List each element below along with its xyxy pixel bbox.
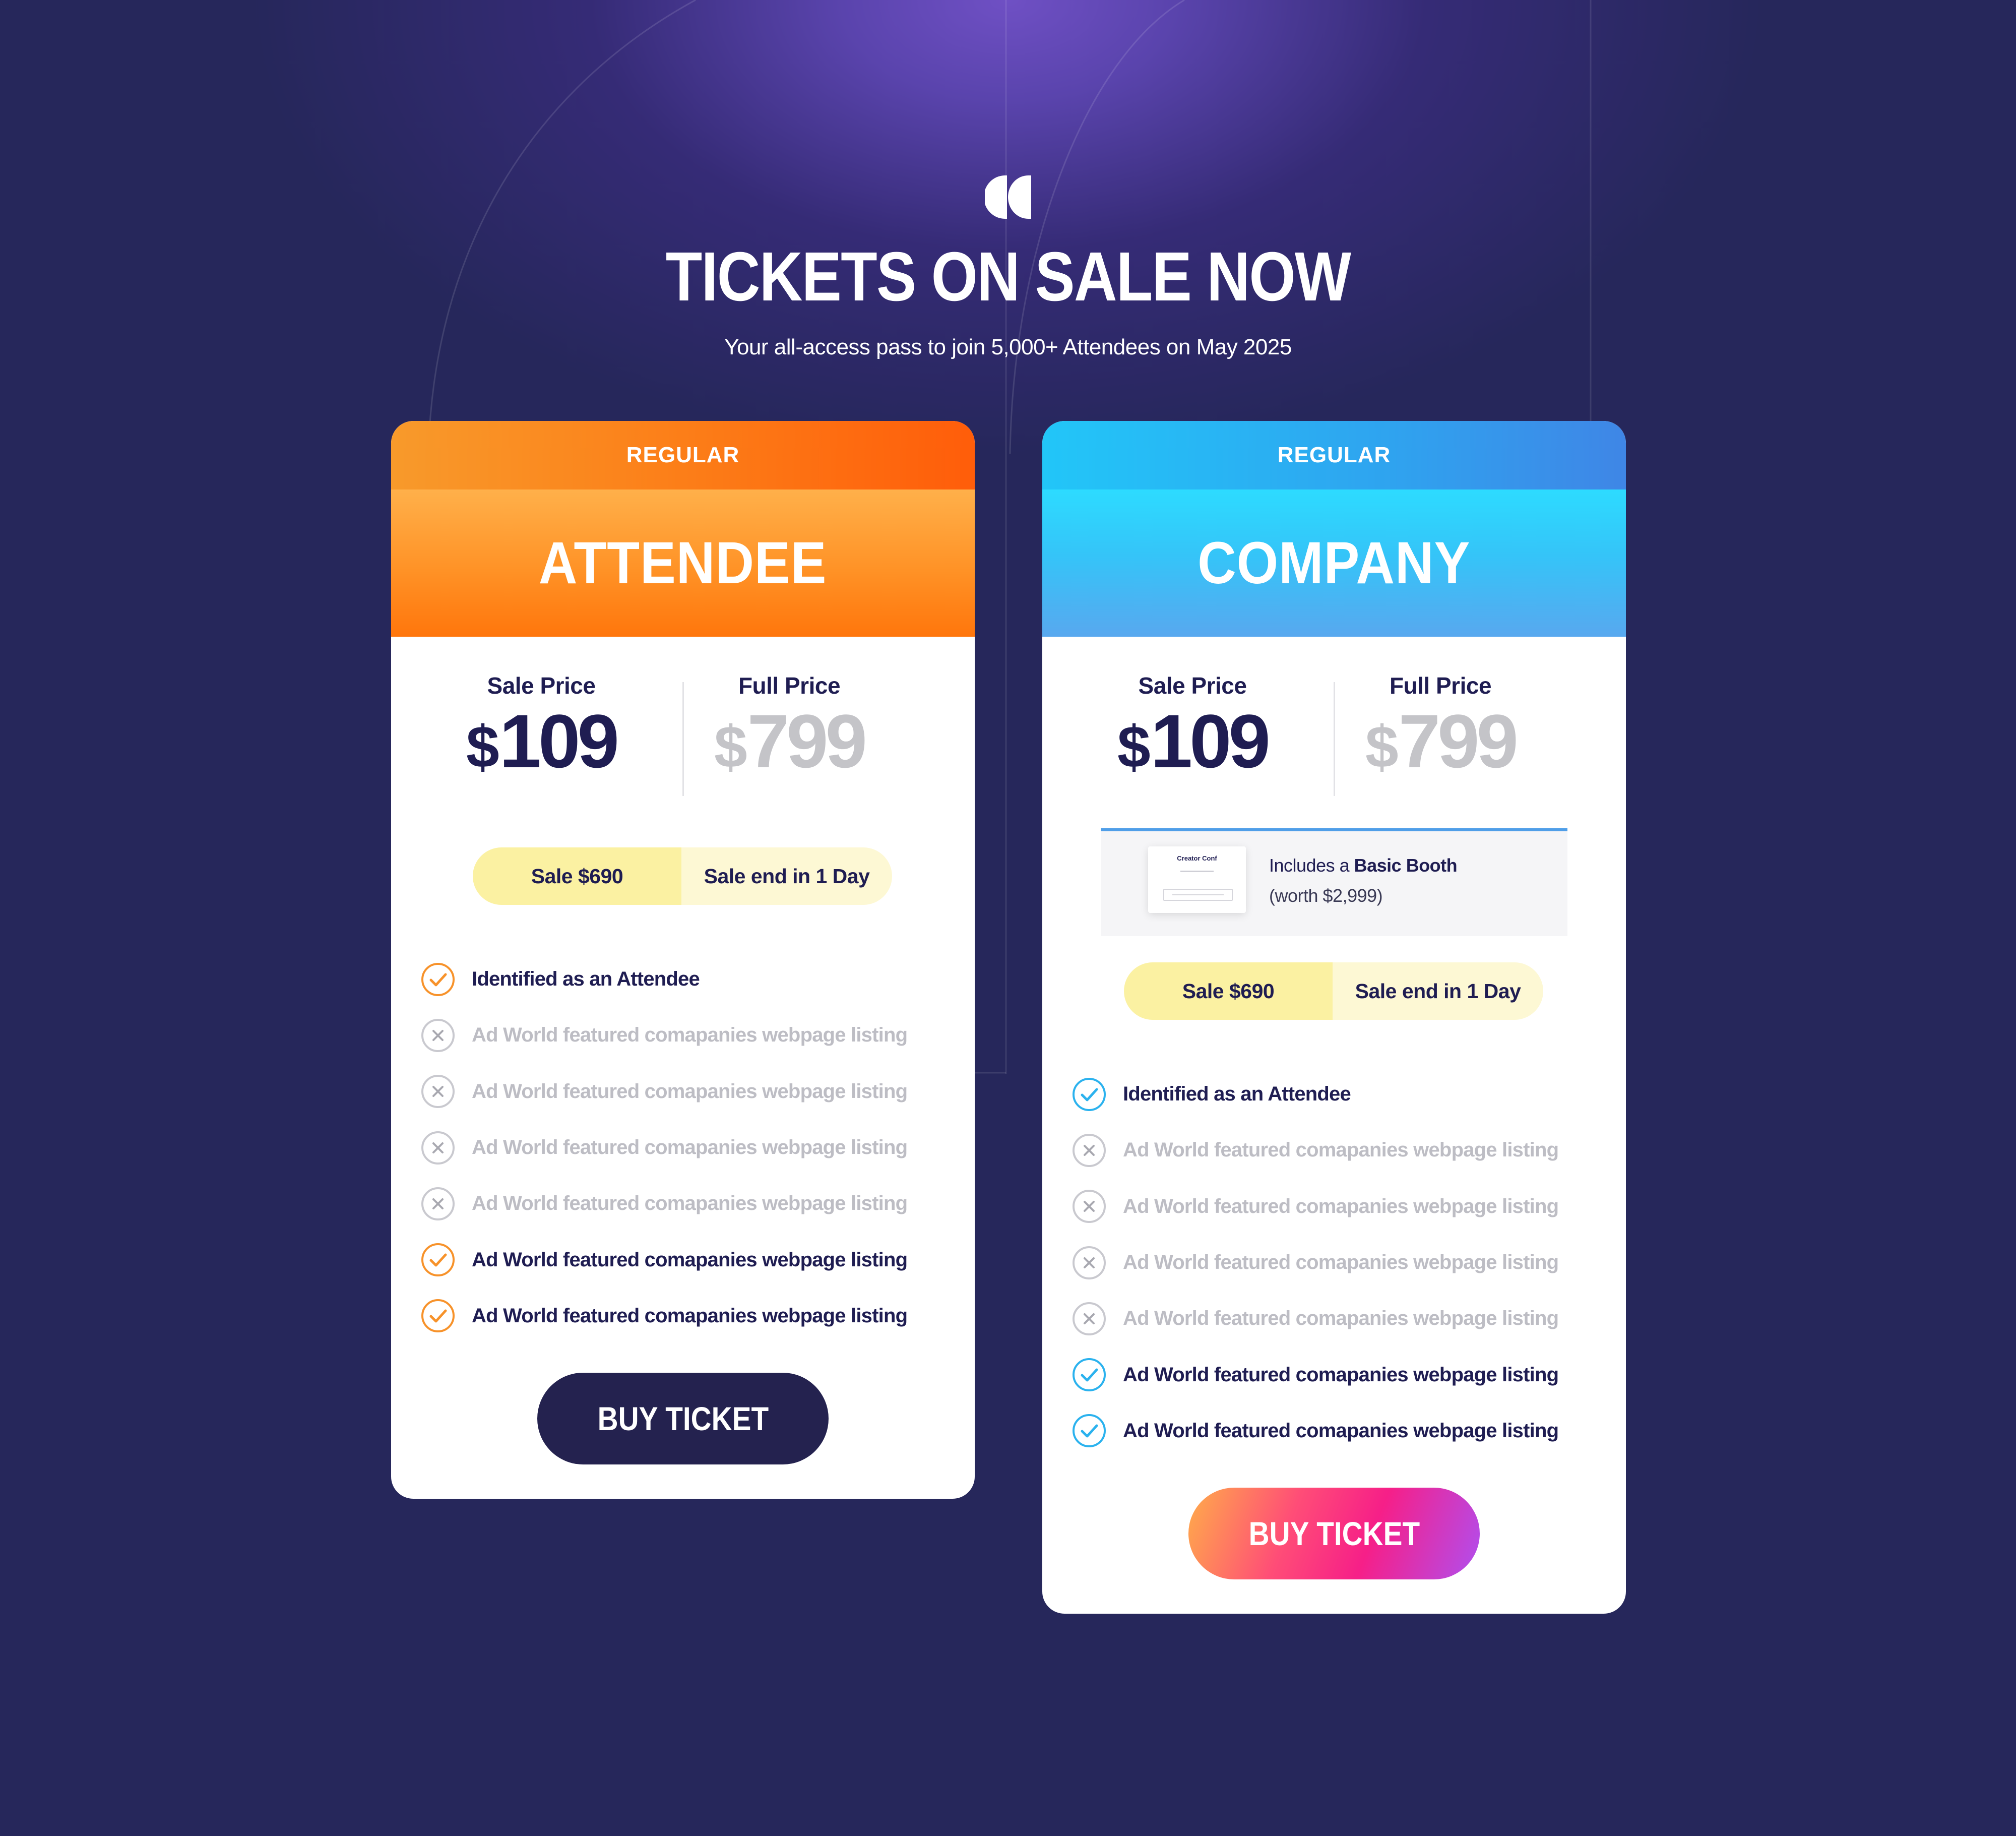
- sale-price-label: Sale Price: [487, 672, 596, 699]
- sale-pill: Sale $690 Sale end in 1 Day: [473, 847, 892, 905]
- feature-item: Ad World featured comapanies webpage lis…: [1072, 1403, 1606, 1459]
- booth-thumbnail: Creator Conf: [1148, 846, 1246, 913]
- ticket-name: COMPANY: [1042, 489, 1626, 637]
- feature-text: Ad World featured comapanies webpage lis…: [472, 1304, 908, 1327]
- x-circle-icon: [420, 1186, 456, 1221]
- feature-item: Ad World featured comapanies webpage lis…: [420, 1232, 955, 1288]
- feature-item: Ad World featured comapanies webpage lis…: [420, 1176, 955, 1232]
- feature-text: Ad World featured comapanies webpage lis…: [472, 1248, 908, 1271]
- x-circle-icon: [1072, 1133, 1107, 1168]
- feature-item: Ad World featured comapanies webpage lis…: [1072, 1179, 1606, 1235]
- feature-text: Ad World featured comapanies webpage lis…: [472, 1080, 908, 1103]
- sale-pill: Sale $690 Sale end in 1 Day: [1124, 962, 1543, 1020]
- quote-icon: [984, 174, 1032, 220]
- feature-text: Identified as an Attendee: [1123, 1083, 1351, 1106]
- feature-text: Ad World featured comapanies webpage lis…: [1123, 1307, 1559, 1330]
- feature-item: Identified as an Attendee: [420, 951, 955, 1007]
- full-price: Full Price $799: [683, 672, 895, 779]
- check-circle-icon: [420, 962, 456, 997]
- feature-text: Ad World featured comapanies webpage lis…: [472, 1024, 908, 1047]
- feature-item: Identified as an Attendee: [1072, 1066, 1606, 1122]
- feature-text: Ad World featured comapanies webpage lis…: [1123, 1419, 1559, 1442]
- check-circle-icon: [420, 1242, 456, 1277]
- check-circle-icon: [420, 1298, 456, 1333]
- x-circle-icon: [1072, 1245, 1107, 1280]
- feature-text: Ad World featured comapanies webpage lis…: [1123, 1251, 1559, 1274]
- feature-item: Ad World featured comapanies webpage lis…: [1072, 1347, 1606, 1402]
- sale-amount-badge: Sale $690: [1124, 962, 1333, 1020]
- full-price: Full Price $799: [1335, 672, 1546, 779]
- page-title: TICKETS ON SALE NOW: [665, 238, 1351, 316]
- x-circle-icon: [420, 1074, 456, 1109]
- booth-banner: Creator Conf Includes a Basic Booth (wor…: [1101, 828, 1567, 936]
- sale-amount-badge: Sale $690: [473, 847, 681, 905]
- tier-label: REGULAR: [391, 421, 975, 489]
- feature-text: Ad World featured comapanies webpage lis…: [1123, 1139, 1559, 1161]
- feature-list: Identified as an Attendee Ad World featur…: [1072, 1066, 1606, 1459]
- feature-item: Ad World featured comapanies webpage lis…: [1072, 1291, 1606, 1347]
- full-price-value: $799: [714, 699, 867, 783]
- x-circle-icon: [420, 1018, 456, 1053]
- feature-item: Ad World featured comapanies webpage lis…: [420, 1064, 955, 1120]
- full-price-label: Full Price: [1389, 672, 1492, 699]
- feature-item: Ad World featured comapanies webpage lis…: [1072, 1235, 1606, 1291]
- buy-ticket-button[interactable]: BUY TICKET: [537, 1373, 829, 1464]
- sale-price-label: Sale Price: [1138, 672, 1247, 699]
- feature-text: Ad World featured comapanies webpage lis…: [1123, 1363, 1559, 1386]
- ticket-name: ATTENDEE: [391, 489, 975, 637]
- attendee-ticket-card: REGULAR ATTENDEE Sale Price $109 Full Pr…: [391, 421, 975, 1499]
- check-circle-icon: [1072, 1357, 1107, 1392]
- page-subtitle: Your all-access pass to join 5,000+ Atte…: [724, 335, 1292, 359]
- sale-price-value: $109: [1117, 699, 1271, 783]
- feature-item: Ad World featured comapanies webpage lis…: [420, 1288, 955, 1344]
- feature-item: Ad World featured comapanies webpage lis…: [1072, 1122, 1606, 1178]
- check-circle-icon: [1072, 1413, 1107, 1448]
- feature-text: Ad World featured comapanies webpage lis…: [1123, 1195, 1559, 1217]
- price-section: Sale Price $109 Full Price $799: [391, 637, 975, 796]
- check-circle-icon: [1072, 1077, 1107, 1112]
- sale-price: Sale Price $109: [1087, 672, 1298, 779]
- buy-ticket-button[interactable]: BUY TICKET: [1188, 1488, 1480, 1579]
- feature-item: Ad World featured comapanies webpage lis…: [420, 1007, 955, 1063]
- tier-label: REGULAR: [1042, 421, 1626, 489]
- sale-price-value: $109: [466, 699, 619, 783]
- x-circle-icon: [420, 1130, 456, 1166]
- full-price-label: Full Price: [738, 672, 841, 699]
- price-section: Sale Price $109 Full Price $799: [1042, 637, 1626, 796]
- sale-end-badge: Sale end in 1 Day: [681, 847, 892, 905]
- feature-text: Ad World featured comapanies webpage lis…: [472, 1192, 908, 1215]
- feature-text: Ad World featured comapanies webpage lis…: [472, 1136, 908, 1159]
- booth-description: Includes a Basic Booth (worth $2,999): [1269, 855, 1458, 906]
- x-circle-icon: [1072, 1301, 1107, 1336]
- x-circle-icon: [1072, 1189, 1107, 1224]
- feature-text: Identified as an Attendee: [472, 968, 700, 991]
- feature-list: Identified as an Attendee Ad World featur…: [420, 951, 955, 1344]
- sale-end-badge: Sale end in 1 Day: [1333, 962, 1543, 1020]
- company-ticket-card: REGULAR COMPANY Sale Price $109 Full Pri…: [1042, 421, 1626, 1614]
- feature-item: Ad World featured comapanies webpage lis…: [420, 1120, 955, 1176]
- full-price-value: $799: [1365, 699, 1519, 783]
- sale-price: Sale Price $109: [435, 672, 647, 779]
